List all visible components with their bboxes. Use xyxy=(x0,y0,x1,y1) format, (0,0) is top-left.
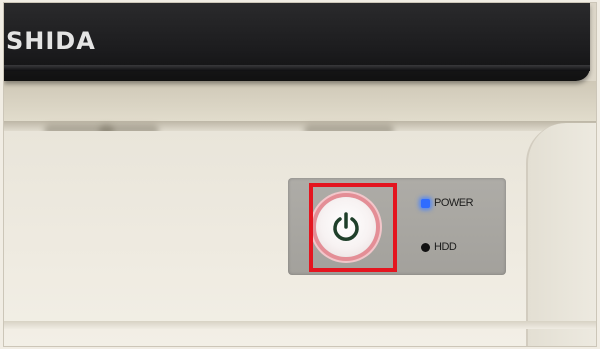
monitor-bezel: SHIDA xyxy=(4,3,590,81)
monitor-stand xyxy=(4,81,596,125)
monitor-lower-edge xyxy=(4,65,590,71)
photo-frame: SHIDA POWER HDD xyxy=(4,3,596,346)
case-bottom-groove xyxy=(4,321,596,329)
brand-logo: SHIDA xyxy=(6,27,96,55)
power-label: POWER xyxy=(434,197,474,209)
control-panel: POWER HDD xyxy=(288,178,506,275)
case-side-curve xyxy=(526,123,596,346)
power-indicator: POWER xyxy=(421,197,474,209)
hdd-led-icon xyxy=(421,242,430,252)
power-led-icon xyxy=(421,198,430,208)
hdd-label: HDD xyxy=(434,241,457,253)
hdd-indicator: HDD xyxy=(421,241,457,253)
power-button-highlight xyxy=(309,183,397,272)
